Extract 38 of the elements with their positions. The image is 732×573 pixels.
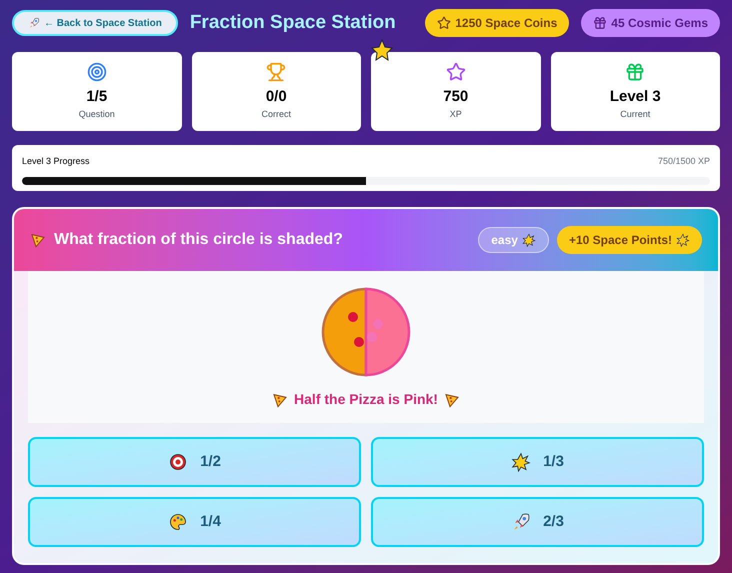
gift-icon bbox=[625, 62, 646, 82]
trophy-icon bbox=[266, 62, 286, 82]
coins-badge: 1250 Space Coins bbox=[425, 9, 570, 37]
star-icon bbox=[446, 62, 466, 82]
target-icon bbox=[86, 62, 107, 82]
burst-icon bbox=[522, 233, 536, 247]
answer-option[interactable]: 1/3 bbox=[371, 437, 704, 487]
burst-icon bbox=[676, 233, 690, 247]
question-text: What fraction of this circle is shaded? bbox=[54, 230, 343, 250]
answer-option[interactable]: 2/3 bbox=[371, 497, 704, 547]
stat-value: 0/0 bbox=[266, 86, 287, 106]
stat-label: Current bbox=[620, 108, 650, 121]
stat-label: Correct bbox=[261, 108, 291, 121]
page-title: Fraction Space Station bbox=[190, 10, 396, 35]
palette-icon bbox=[168, 512, 188, 532]
difficulty-badge: easy bbox=[478, 227, 549, 253]
stat-label: Question bbox=[78, 108, 115, 121]
burst-icon bbox=[511, 452, 532, 472]
progress-label: Level 3 Progress bbox=[22, 155, 90, 168]
answer-option[interactable]: 1/2 bbox=[28, 437, 361, 487]
stat-value: 1/5 bbox=[86, 86, 108, 106]
star-icon bbox=[437, 16, 452, 30]
gift-icon bbox=[593, 16, 608, 30]
pizza-icon bbox=[272, 392, 288, 408]
rocket-icon bbox=[28, 17, 40, 29]
stat-label: XP bbox=[450, 108, 462, 121]
gems-badge: 45 Cosmic Gems bbox=[581, 9, 720, 37]
star-icon bbox=[370, 38, 394, 62]
pizza-icon bbox=[30, 232, 46, 248]
points-badge: +10 Space Points! bbox=[556, 226, 702, 254]
pizza-caption: Half the Pizza is Pink! bbox=[294, 390, 438, 409]
stat-value: Level 3 bbox=[610, 86, 661, 106]
back-button[interactable]: ← Back to Space Station bbox=[12, 10, 178, 36]
target-icon bbox=[168, 452, 188, 472]
pizza-icon bbox=[444, 392, 460, 408]
progress-reading: 750/1500 XP bbox=[658, 155, 710, 168]
stat-value: 750 bbox=[443, 86, 468, 106]
answer-option[interactable]: 1/4 bbox=[28, 497, 361, 547]
